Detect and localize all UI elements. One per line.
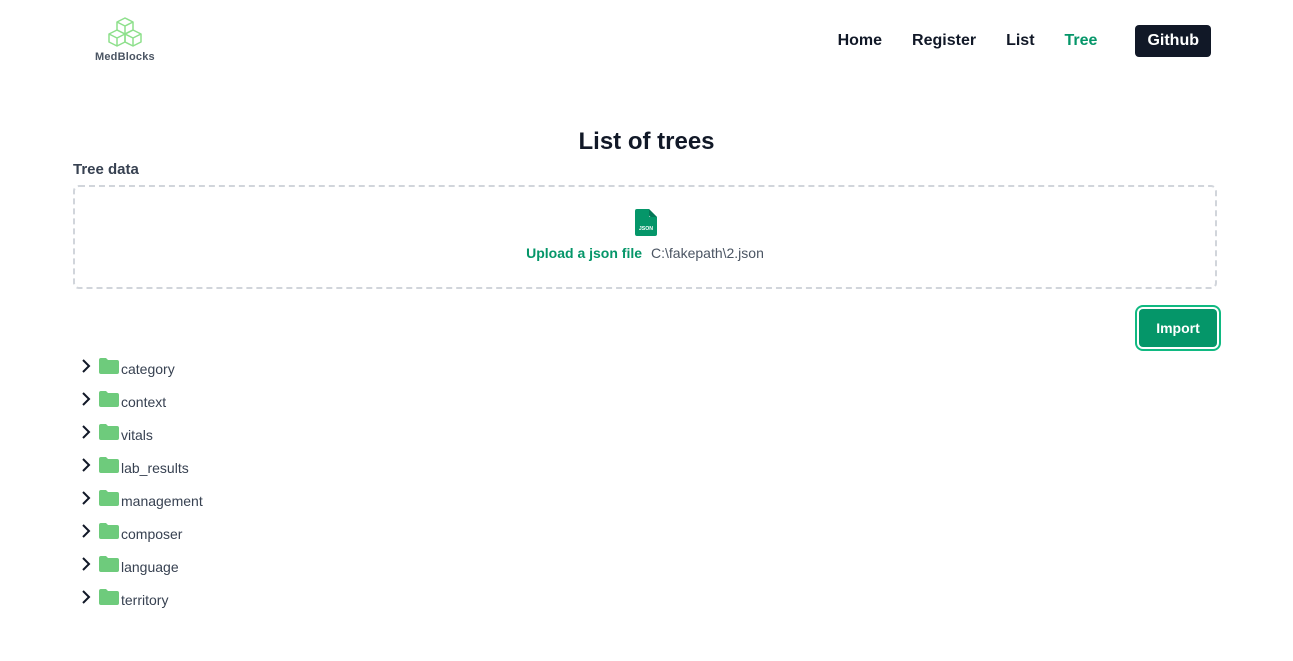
folder-icon [99, 588, 119, 605]
header: MedBlocks Home Register List Tree Github [0, 0, 1293, 84]
upload-row: Upload a json file C:\fakepath\2.json [75, 245, 1215, 261]
chevron-right-icon[interactable] [78, 490, 94, 506]
folder-icon [99, 357, 119, 374]
tree-item-label: category [121, 360, 175, 377]
chevron-right-icon[interactable] [78, 523, 94, 539]
chevron-right-icon[interactable] [78, 424, 94, 440]
nav-register[interactable]: Register [912, 25, 976, 57]
chevron-right-icon[interactable] [78, 391, 94, 407]
folder-icon [99, 423, 119, 440]
tree-list: category context vitals lab_results mana… [78, 349, 203, 613]
tree-item-label: context [121, 393, 167, 410]
github-button[interactable]: Github [1135, 25, 1211, 57]
tree-item-label: lab_results [121, 459, 189, 476]
json-file-icon: JSON [635, 209, 657, 236]
chevron-right-icon[interactable] [78, 457, 94, 473]
folder-icon [99, 489, 119, 506]
tree-item-label: vitals [121, 426, 153, 443]
uploaded-filename: C:\fakepath\2.json [651, 245, 764, 261]
folder-icon [99, 522, 119, 539]
tree-item-label: composer [121, 525, 183, 542]
upload-dropzone[interactable]: JSON Upload a json file C:\fakepath\2.jso… [73, 185, 1217, 289]
tree-item-label: language [121, 558, 179, 575]
chevron-right-icon[interactable] [78, 589, 94, 605]
tree-item[interactable]: context [78, 382, 203, 415]
folder-icon [99, 555, 119, 572]
nav-list[interactable]: List [1006, 25, 1034, 57]
chevron-right-icon[interactable] [78, 556, 94, 572]
tree-item[interactable]: territory [78, 580, 203, 613]
logo[interactable]: MedBlocks [92, 16, 158, 66]
tree-item[interactable]: management [78, 481, 203, 514]
folder-icon [99, 390, 119, 407]
tree-data-label: Tree data [73, 161, 139, 178]
tree-item[interactable]: vitals [78, 415, 203, 448]
import-button[interactable]: Import [1139, 309, 1217, 347]
tree-item[interactable]: composer [78, 514, 203, 547]
tree-item[interactable]: language [78, 547, 203, 580]
logo-text: MedBlocks [95, 51, 155, 63]
tree-item[interactable]: lab_results [78, 448, 203, 481]
upload-json-link[interactable]: Upload a json file [526, 245, 642, 261]
tree-item[interactable]: category [78, 349, 203, 382]
chevron-right-icon[interactable] [78, 358, 94, 374]
page-title: List of trees [578, 128, 715, 155]
main-nav: Home Register List Tree Github [808, 25, 1211, 57]
page: MedBlocks Home Register List Tree Github… [0, 0, 1293, 661]
folder-icon [99, 456, 119, 473]
tree-item-label: territory [121, 591, 169, 608]
logo-cubes-icon [108, 17, 142, 47]
tree-item-label: management [121, 492, 203, 509]
svg-text:JSON: JSON [639, 226, 653, 232]
nav-tree[interactable]: Tree [1065, 25, 1098, 57]
nav-home[interactable]: Home [838, 25, 882, 57]
